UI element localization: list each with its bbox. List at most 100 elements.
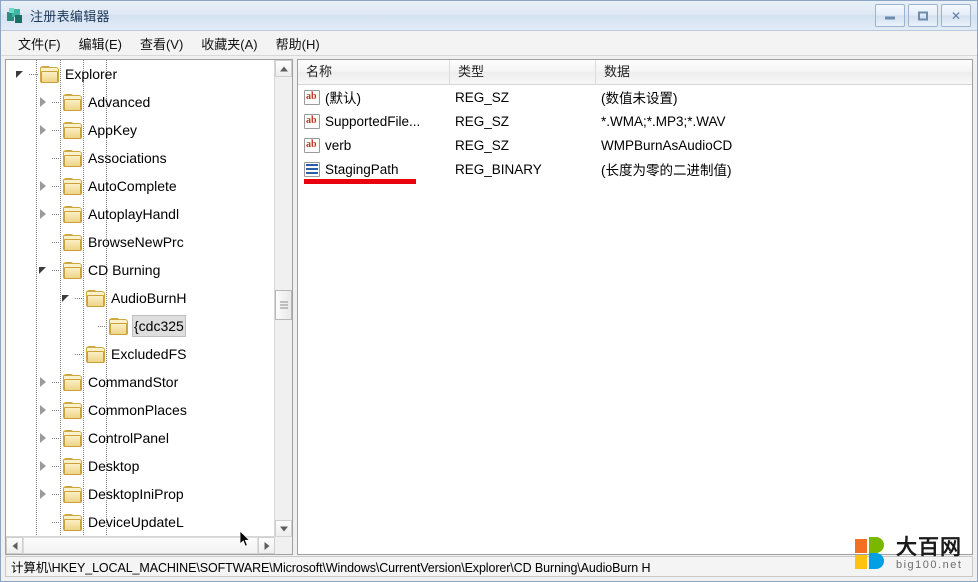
tree-node-advanced[interactable]: Advanced [6, 88, 292, 116]
value-row[interactable]: StagingPath REG_BINARY (长度为零的二进制值) [298, 157, 972, 181]
tree-scroll-down-button[interactable] [275, 520, 292, 537]
tree-node-cd-burning[interactable]: CD Burning [6, 256, 292, 284]
tree-node-explorer[interactable]: Explorer [6, 60, 292, 88]
tree-node-label: ControlPanel [88, 430, 169, 446]
tree-node-desktop[interactable]: Desktop [6, 452, 292, 480]
value-name: SupportedFile... [325, 113, 421, 129]
expand-twisty-icon[interactable] [37, 200, 52, 228]
tree-node-appkey[interactable]: AppKey [6, 116, 292, 144]
maximize-icon [918, 11, 928, 20]
menu-file[interactable]: 文件(F) [9, 32, 70, 55]
tree-node-commonplaces[interactable]: CommonPlaces [6, 396, 292, 424]
column-header-type[interactable]: 类型 [450, 60, 596, 84]
expand-twisty-icon[interactable] [37, 452, 52, 480]
tree-node-label: CommonPlaces [88, 402, 187, 418]
tree-node-controlpanel[interactable]: ControlPanel [6, 424, 292, 452]
tree-node-deviceupdatel[interactable]: DeviceUpdateL [6, 508, 292, 536]
expand-twisty-icon[interactable] [37, 480, 52, 508]
tree-node-label: CommandStor [88, 374, 179, 390]
value-row[interactable]: verb REG_SZ WMPBurnAsAudioCD [298, 133, 972, 157]
tree-node-autocomplete[interactable]: AutoComplete [6, 172, 292, 200]
folder-icon [62, 514, 82, 531]
tree-horizontal-scroll-track[interactable] [23, 537, 258, 554]
tree-node-label: Associations [88, 150, 167, 166]
tree-scroll-left-button[interactable] [6, 537, 23, 554]
status-bar: 计算机\HKEY_LOCAL_MACHINE\SOFTWARE\Microsof… [1, 555, 977, 581]
folder-icon [62, 430, 82, 447]
tree-node-autoplayhandl[interactable]: AutoplayHandl [6, 200, 292, 228]
tree-horizontal-scrollbar[interactable] [6, 536, 292, 554]
value-row[interactable]: SupportedFile... REG_SZ *.WMA;*.MP3;*.WAV [298, 109, 972, 133]
folder-icon [62, 206, 82, 223]
minimize-button[interactable] [875, 4, 905, 27]
value-name: verb [325, 137, 352, 153]
tree-connector-line [29, 73, 38, 75]
tree-node-label: AudioBurnH [111, 290, 187, 306]
folder-icon [62, 402, 82, 419]
expand-twisty-icon[interactable] [37, 116, 52, 144]
maximize-button[interactable] [908, 4, 938, 27]
menu-help[interactable]: 帮助(H) [267, 32, 329, 55]
folder-icon [62, 486, 82, 503]
menu-favorites[interactable]: 收藏夹(A) [192, 32, 266, 55]
tree-node-associations[interactable]: Associations [6, 144, 292, 172]
tree-scroll-right-button[interactable] [258, 537, 275, 554]
close-button[interactable]: ✕ [941, 4, 971, 27]
tree-node-browsenewprc[interactable]: BrowseNewPrc [6, 228, 292, 256]
folder-icon [62, 458, 82, 475]
value-type-cell: REG_SZ [455, 89, 510, 105]
column-header-data[interactable]: 数据 [596, 60, 972, 84]
folder-icon [85, 346, 105, 363]
tree-connector-line [52, 129, 61, 131]
string-value-icon [304, 137, 320, 153]
tree-node-commandstor[interactable]: CommandStor [6, 368, 292, 396]
value-row[interactable]: (默认) REG_SZ (数值未设置) [298, 85, 972, 109]
value-name: StagingPath [325, 161, 399, 177]
tree-connector-line [52, 465, 61, 467]
tree-node-label: Explorer [65, 66, 118, 82]
value-data-cell: WMPBurnAsAudioCD [601, 137, 733, 153]
column-header-name[interactable]: 名称 [298, 60, 450, 84]
expand-twisty-icon[interactable] [37, 396, 52, 424]
collapse-twisty-icon[interactable] [60, 284, 75, 312]
expand-twisty-icon[interactable] [37, 424, 52, 452]
expand-twisty-icon[interactable] [37, 368, 52, 396]
tree-node-cdc325[interactable]: {cdc325 [6, 312, 292, 340]
value-data-cell: *.WMA;*.MP3;*.WAV [601, 113, 726, 129]
values-list: (默认) REG_SZ (数值未设置) SupportedFile... REG_SZ *… [298, 85, 972, 554]
folder-icon [62, 94, 82, 111]
menu-view[interactable]: 查看(V) [131, 32, 192, 55]
watermark-en: big100.net [896, 558, 963, 571]
folder-icon [62, 122, 82, 139]
tree-node-label: ExcludedFS [111, 346, 187, 362]
twisty-placeholder [37, 508, 52, 536]
tree-connector-line [52, 493, 61, 495]
tree-connector-line [52, 521, 61, 523]
tree-node-label: BrowseNewPrc [88, 234, 184, 250]
tree-node-excludedfs[interactable]: ExcludedFS [6, 340, 292, 368]
content-area: Explorer Advanced AppKey Associations AutoCo… [1, 56, 977, 555]
tree-node-desktopiniprop[interactable]: DesktopIniProp [6, 480, 292, 508]
tree-node-label: Advanced [88, 94, 151, 110]
tree-vertical-scrollbar[interactable] [274, 60, 292, 537]
twisty-placeholder [60, 340, 75, 368]
expand-twisty-icon[interactable] [37, 172, 52, 200]
menu-edit[interactable]: 编辑(E) [70, 32, 131, 55]
tree-connector-line [52, 437, 61, 439]
string-value-icon [304, 89, 320, 105]
tree-vertical-scroll-thumb[interactable] [275, 290, 292, 320]
registry-path-status: 计算机\HKEY_LOCAL_MACHINE\SOFTWARE\Microsof… [5, 556, 973, 577]
tree-node-list: Explorer Advanced AppKey Associations AutoCo… [6, 60, 292, 554]
folder-icon [62, 374, 82, 391]
tree-connector-line [52, 157, 61, 159]
collapse-twisty-icon[interactable] [37, 256, 52, 284]
window-controls: ✕ [875, 4, 971, 27]
collapse-twisty-icon[interactable] [14, 60, 29, 88]
string-value-icon [304, 113, 320, 129]
tree-scroll-up-button[interactable] [275, 60, 292, 77]
folder-icon [62, 150, 82, 167]
tree-node-audioburnh[interactable]: AudioBurnH [6, 284, 292, 312]
watermark-cn: 大百网 [896, 535, 962, 559]
value-type-cell: REG_BINARY [455, 161, 542, 177]
expand-twisty-icon[interactable] [37, 88, 52, 116]
